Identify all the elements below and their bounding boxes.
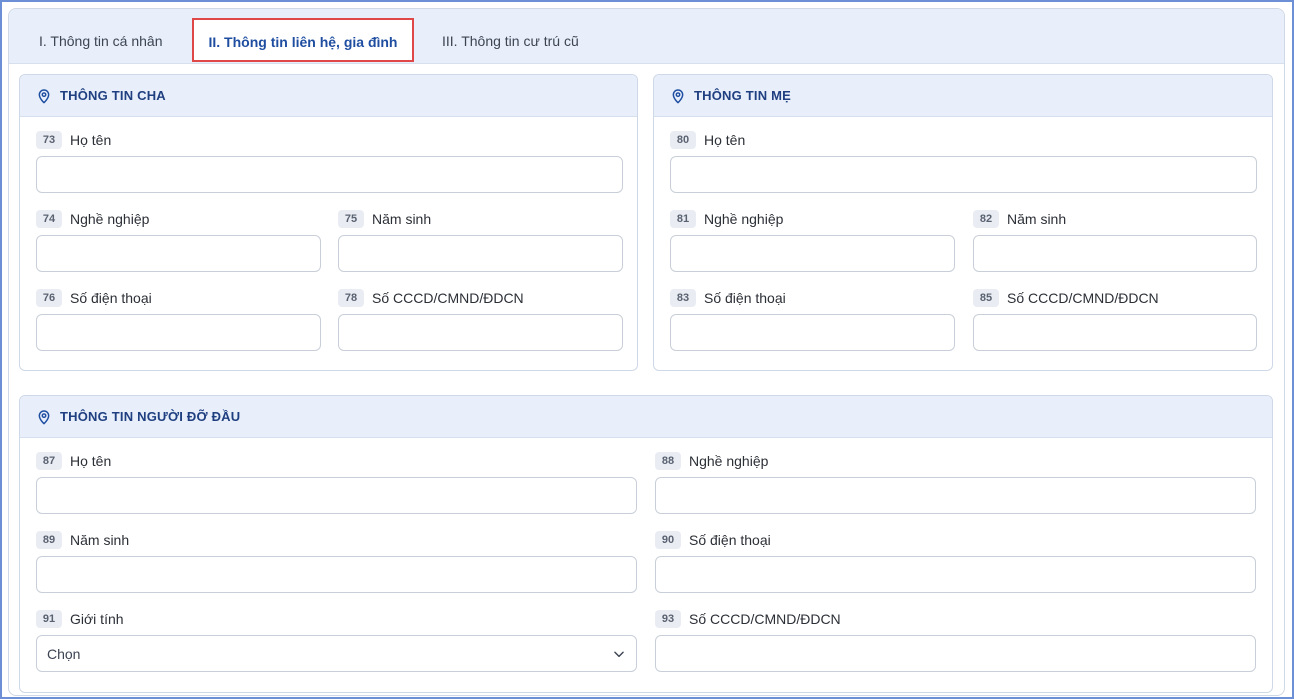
field-label: Năm sinh xyxy=(372,211,432,227)
field-number: 75 xyxy=(338,210,364,228)
guardian-birth-year-input[interactable] xyxy=(36,556,637,593)
father-name-input[interactable] xyxy=(36,156,623,193)
field-label: Giới tính xyxy=(70,611,124,627)
guardian-phone-field: 90 Số điện thoại xyxy=(655,530,1256,594)
father-phone-field: 76 Số điện thoại xyxy=(36,288,321,352)
father-occupation-field: 74 Nghề nghiệp xyxy=(36,209,321,273)
field-number: 89 xyxy=(36,531,62,549)
field-number: 76 xyxy=(36,289,62,307)
mother-section-title: THÔNG TIN MẸ xyxy=(694,88,792,103)
map-pin-icon xyxy=(672,88,684,103)
field-label: Số CCCD/CMND/ĐDCN xyxy=(1007,290,1159,306)
map-pin-icon xyxy=(38,409,50,424)
field-number: 91 xyxy=(36,610,62,628)
field-number: 87 xyxy=(36,452,62,470)
tab-former-residence[interactable]: III. Thông tin cư trú cũ xyxy=(442,9,579,63)
field-number: 73 xyxy=(36,131,62,149)
guardian-phone-input[interactable] xyxy=(655,556,1256,593)
tab-bar: I. Thông tin cá nhân II. Thông tin liên … xyxy=(9,9,1284,64)
tab-personal-info[interactable]: I. Thông tin cá nhân xyxy=(39,9,163,63)
guardian-occupation-input[interactable] xyxy=(655,477,1256,514)
mother-occupation-field: 81 Nghề nghiệp xyxy=(670,209,955,273)
chevron-down-icon xyxy=(614,651,624,657)
guardian-birth-year-field: 89 Năm sinh xyxy=(36,530,637,594)
field-label: Năm sinh xyxy=(70,532,130,548)
mother-section-header: THÔNG TIN MẸ xyxy=(654,75,1272,117)
tab-contact-family[interactable]: II. Thông tin liên hệ, gia đình xyxy=(192,18,414,62)
select-value: Chọn xyxy=(47,645,81,662)
father-id-field: 78 Số CCCD/CMND/ĐDCN xyxy=(338,288,623,352)
father-section-header: THÔNG TIN CHA xyxy=(20,75,637,117)
field-label: Số điện thoại xyxy=(689,532,771,548)
mother-phone-field: 83 Số điện thoại xyxy=(670,288,955,352)
field-label: Số CCCD/CMND/ĐDCN xyxy=(372,290,524,306)
mother-occupation-input[interactable] xyxy=(670,235,955,272)
father-id-input[interactable] xyxy=(338,314,623,351)
field-label: Số điện thoại xyxy=(70,290,152,306)
guardian-section-header: THÔNG TIN NGƯỜI ĐỠ ĐẦU xyxy=(20,396,1272,438)
map-pin-icon xyxy=(38,88,50,103)
screenshot-frame: I. Thông tin cá nhân II. Thông tin liên … xyxy=(0,0,1294,699)
guardian-id-field: 93 Số CCCD/CMND/ĐDCN xyxy=(655,609,1256,673)
field-label: Nghề nghiệp xyxy=(70,211,150,227)
field-number: 82 xyxy=(973,210,999,228)
field-label: Họ tên xyxy=(704,132,746,148)
field-number: 93 xyxy=(655,610,681,628)
mother-id-input[interactable] xyxy=(973,314,1257,351)
field-label: Nghề nghiệp xyxy=(689,453,769,469)
form-card: I. Thông tin cá nhân II. Thông tin liên … xyxy=(8,8,1285,696)
field-label: Họ tên xyxy=(70,132,112,148)
guardian-section: THÔNG TIN NGƯỜI ĐỠ ĐẦU 87 Họ tên 88 Nghề n… xyxy=(19,395,1273,693)
field-number: 88 xyxy=(655,452,681,470)
field-label: Số điện thoại xyxy=(704,290,786,306)
mother-id-field: 85 Số CCCD/CMND/ĐDCN xyxy=(973,288,1257,352)
guardian-occupation-field: 88 Nghề nghiệp xyxy=(655,451,1256,515)
father-section-title: THÔNG TIN CHA xyxy=(60,88,166,103)
guardian-gender-field: 91 Giới tính Chọn xyxy=(36,609,637,673)
field-label: Họ tên xyxy=(70,453,112,469)
field-label: Nghề nghiệp xyxy=(704,211,784,227)
father-phone-input[interactable] xyxy=(36,314,321,351)
father-birth-year-field: 75 Năm sinh xyxy=(338,209,623,273)
father-section: THÔNG TIN CHA 73 Họ tên 74 Nghề nghiệp 75 N… xyxy=(19,74,638,371)
mother-name-input[interactable] xyxy=(670,156,1257,193)
field-number: 80 xyxy=(670,131,696,149)
field-number: 83 xyxy=(670,289,696,307)
field-number: 74 xyxy=(36,210,62,228)
guardian-name-input[interactable] xyxy=(36,477,637,514)
mother-birth-year-field: 82 Năm sinh xyxy=(973,209,1257,273)
guardian-id-input[interactable] xyxy=(655,635,1256,672)
father-name-field: 73 Họ tên xyxy=(36,130,623,194)
guardian-section-title: THÔNG TIN NGƯỜI ĐỠ ĐẦU xyxy=(60,409,241,424)
field-number: 85 xyxy=(973,289,999,307)
guardian-name-field: 87 Họ tên xyxy=(36,451,637,515)
father-birth-year-input[interactable] xyxy=(338,235,623,272)
guardian-gender-select[interactable]: Chọn xyxy=(36,635,637,672)
mother-section: THÔNG TIN MẸ 80 Họ tên 81 Nghề nghiệp 82 Nă… xyxy=(653,74,1273,371)
father-occupation-input[interactable] xyxy=(36,235,321,272)
mother-phone-input[interactable] xyxy=(670,314,955,351)
field-number: 90 xyxy=(655,531,681,549)
mother-birth-year-input[interactable] xyxy=(973,235,1257,272)
field-number: 81 xyxy=(670,210,696,228)
mother-name-field: 80 Họ tên xyxy=(670,130,1257,194)
field-number: 78 xyxy=(338,289,364,307)
field-label: Năm sinh xyxy=(1007,211,1067,227)
field-label: Số CCCD/CMND/ĐDCN xyxy=(689,611,841,627)
